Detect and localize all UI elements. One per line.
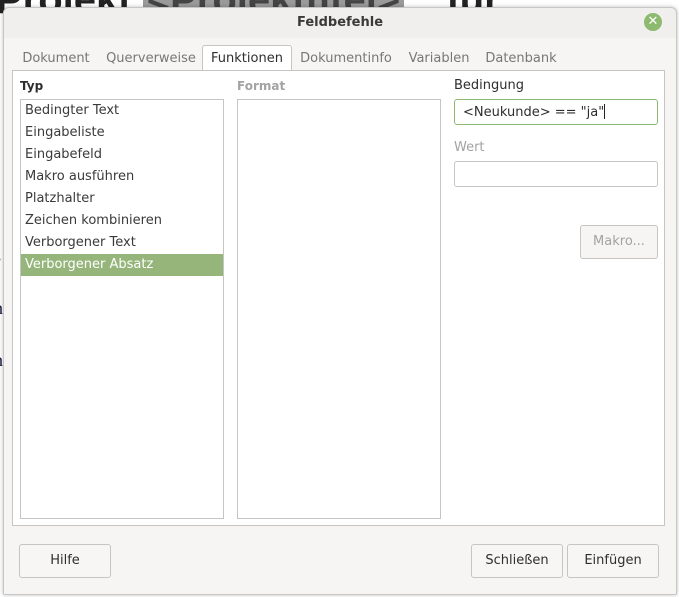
list-item[interactable]: Makro ausführen: [21, 166, 223, 188]
list-item[interactable]: Eingabefeld: [21, 144, 223, 166]
tab-querverweise[interactable]: Querverweise: [103, 46, 199, 71]
type-label: Typ: [20, 79, 44, 93]
list-item[interactable]: Zeichen kombinieren: [21, 210, 223, 232]
macro-button[interactable]: Makro...: [580, 225, 658, 259]
tab-dokumentinfo[interactable]: Dokumentinfo: [299, 46, 393, 71]
format-label: Format: [237, 79, 286, 93]
tab-funktionen[interactable]: Funktionen: [202, 45, 292, 72]
list-item[interactable]: Bedingter Text: [21, 100, 223, 122]
close-button[interactable]: Schließen: [471, 544, 563, 578]
help-button[interactable]: Hilfe: [19, 544, 111, 578]
list-item-selected[interactable]: Verborgener Absatz: [21, 254, 223, 276]
list-item[interactable]: Verborgener Text: [21, 232, 223, 254]
fields-dialog: Feldbefehle ✕ Dokument Querverweise Funk…: [3, 7, 677, 595]
type-list[interactable]: Bedingter Text Eingabeliste Eingabefeld …: [20, 99, 224, 519]
insert-button[interactable]: Einfügen: [567, 544, 659, 578]
list-item[interactable]: Platzhalter: [21, 188, 223, 210]
text-caret: [604, 104, 606, 119]
tab-variablen[interactable]: Variablen: [405, 46, 473, 71]
condition-value: <Neukunde> == "ja": [463, 105, 605, 120]
tab-datenbank[interactable]: Datenbank: [483, 46, 559, 71]
tab-dokument[interactable]: Dokument: [17, 46, 95, 71]
value-label: Wert: [454, 140, 485, 155]
list-item[interactable]: Eingabeliste: [21, 122, 223, 144]
dialog-titlebar[interactable]: Feldbefehle ✕: [4, 8, 676, 38]
condition-label: Bedingung: [454, 78, 525, 93]
document-text-fragment: s: [0, 246, 1, 267]
close-icon[interactable]: ✕: [644, 13, 662, 31]
condition-input[interactable]: <Neukunde> == "ja": [454, 99, 658, 125]
format-list[interactable]: [237, 99, 441, 519]
value-input[interactable]: [454, 161, 658, 187]
dialog-title: Feldbefehle: [296, 15, 384, 30]
tab-panel-funktionen: Typ Bedingter Text Eingabeliste Eingabef…: [12, 70, 665, 526]
